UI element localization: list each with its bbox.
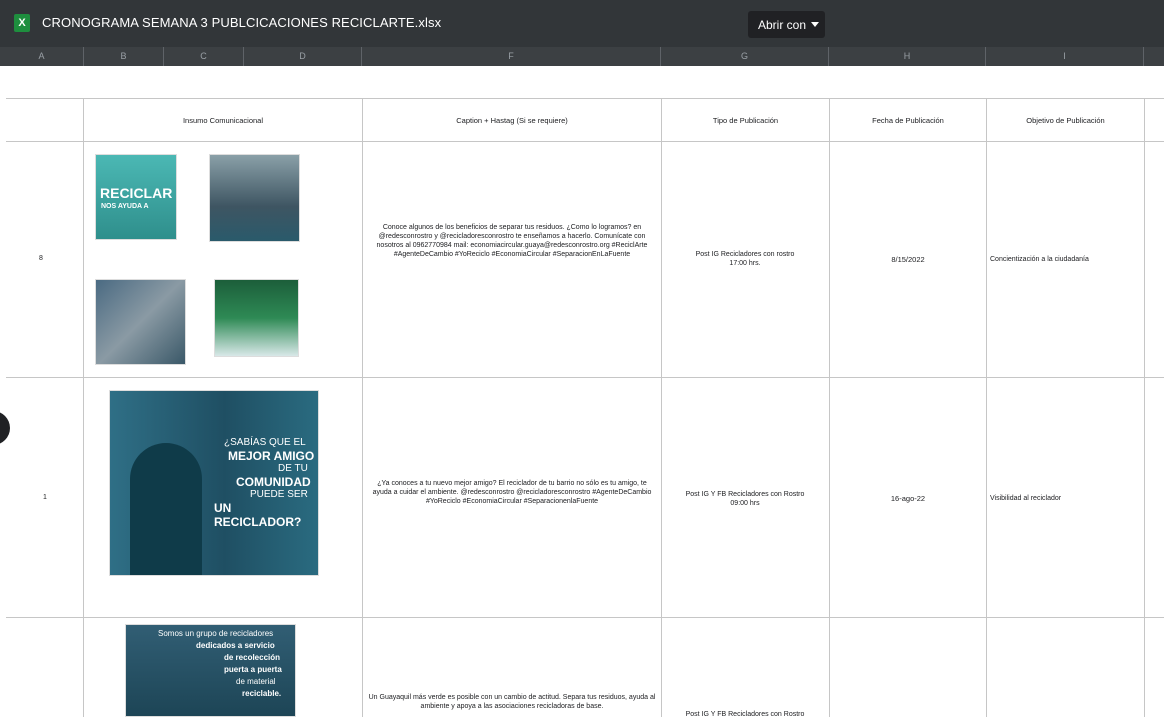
post-image-mejor-amigo: ¿SABÍAS QUE EL MEJOR AMIGO DE TU COMUNID… bbox=[109, 390, 319, 576]
grid-line bbox=[83, 98, 84, 717]
image-text-line-6: UN RECICLADOR? bbox=[214, 501, 302, 529]
row-number: 1 bbox=[43, 494, 47, 501]
tipo-cell: Post IG Y FB Recicladores con Rostro bbox=[685, 711, 805, 718]
column-header-bar: A B C D F G H I bbox=[0, 47, 1164, 66]
person-silhouette bbox=[130, 443, 202, 575]
image-text-line-5: PUEDE SER bbox=[250, 489, 308, 500]
image-title-text: RECICLAR bbox=[100, 185, 173, 201]
tipo-line-1: Post IG Y FB Recicladores con Rostro bbox=[685, 491, 805, 498]
tipo-line-1: Post IG Recicladores con rostro bbox=[695, 251, 795, 258]
column-header-d[interactable]: D bbox=[244, 47, 362, 66]
column-header-i[interactable]: I bbox=[986, 47, 1144, 66]
image-text-line-3: de recolección bbox=[224, 653, 281, 662]
column-header-a[interactable]: A bbox=[0, 47, 84, 66]
post-image-reciclar: RECICLAR NOS AYUDA A bbox=[95, 154, 177, 240]
grid-line bbox=[986, 98, 987, 717]
image-text-line-4: puerta a puerta bbox=[224, 665, 282, 674]
image-text-line-1: ¿SABÍAS QUE EL bbox=[224, 437, 306, 448]
excel-file-icon: X bbox=[14, 14, 30, 32]
grid-line bbox=[6, 98, 1164, 99]
grid-line bbox=[829, 98, 830, 717]
post-image-group-photo bbox=[209, 154, 300, 242]
file-name: CRONOGRAMA SEMANA 3 PUBLCICACIONES RECIC… bbox=[42, 15, 442, 30]
caption-cell: Conoce algunos de los beneficios de sepa… bbox=[376, 224, 648, 258]
header-insumo: Insumo Comunicacional bbox=[182, 116, 264, 125]
image-text-line-5: de material bbox=[236, 677, 276, 686]
grid-line bbox=[6, 377, 1164, 378]
tipo-line-2: 09:00 hrs bbox=[730, 500, 760, 507]
tipo-cell: Post IG Recicladores con rostro 17:00 hr… bbox=[670, 250, 820, 268]
image-text-line-4: COMUNIDAD bbox=[236, 475, 311, 489]
tipo-cell: Post IG Y FB Recicladores con Rostro 09:… bbox=[670, 490, 820, 508]
grid-line bbox=[362, 98, 363, 717]
caret-down-icon bbox=[811, 22, 819, 27]
fecha-cell: 8/15/2022 bbox=[891, 255, 925, 264]
open-with-button[interactable]: Abrir con bbox=[748, 11, 825, 38]
post-image-grupo-recicladores: Somos un grupo de recicladores dedicados… bbox=[125, 624, 296, 717]
image-text-line-1: Somos un grupo de recicladores bbox=[158, 629, 274, 638]
column-header-b[interactable]: B bbox=[84, 47, 164, 66]
row-number: 8 bbox=[39, 255, 43, 262]
grid-line bbox=[661, 98, 662, 717]
tipo-line-2: 17:00 hrs. bbox=[729, 260, 761, 267]
image-text-line-3: DE TU bbox=[278, 463, 308, 474]
viewer-toolbar: X CRONOGRAMA SEMANA 3 PUBLCICACIONES REC… bbox=[0, 0, 1164, 47]
caption-cell: Un Guayaquil más verde es posible con un… bbox=[368, 694, 656, 710]
objetivo-cell: Visibilidad al reciclador bbox=[990, 495, 1062, 502]
image-text-line-2: MEJOR AMIGO bbox=[228, 449, 315, 463]
grid-line bbox=[1144, 98, 1145, 717]
image-text-line-2: dedicados a servicio bbox=[196, 641, 275, 650]
fecha-cell: 16-ago-22 bbox=[890, 494, 926, 503]
header-caption: Caption + Hastag (Si se requiere) bbox=[456, 116, 568, 125]
spreadsheet-grid: Insumo Comunicacional Caption + Hastag (… bbox=[0, 66, 1164, 718]
header-fecha: Fecha de Publicación bbox=[872, 116, 944, 125]
image-text-line-6: reciclable. bbox=[242, 689, 282, 698]
caption-cell: ¿Ya conoces a tu nuevo mejor amigo? El r… bbox=[372, 480, 652, 505]
header-tipo: Tipo de Publicación bbox=[712, 116, 779, 125]
column-header-g[interactable]: G bbox=[661, 47, 829, 66]
grid-line bbox=[6, 141, 1164, 142]
objetivo-cell: Concientización a la ciudadanía bbox=[990, 256, 1089, 263]
open-with-label: Abrir con bbox=[758, 18, 807, 32]
header-objetivo: Objetivo de Publicación bbox=[1026, 116, 1105, 125]
column-header-f[interactable]: F bbox=[362, 47, 661, 66]
image-subtitle-text: NOS AYUDA A bbox=[101, 203, 149, 210]
post-image-recycling-bags bbox=[214, 279, 299, 357]
column-header-h[interactable]: H bbox=[829, 47, 986, 66]
post-image-bottles bbox=[95, 279, 186, 365]
grid-line bbox=[6, 617, 1164, 618]
column-header-c[interactable]: C bbox=[164, 47, 244, 66]
side-panel-handle[interactable] bbox=[0, 411, 10, 445]
